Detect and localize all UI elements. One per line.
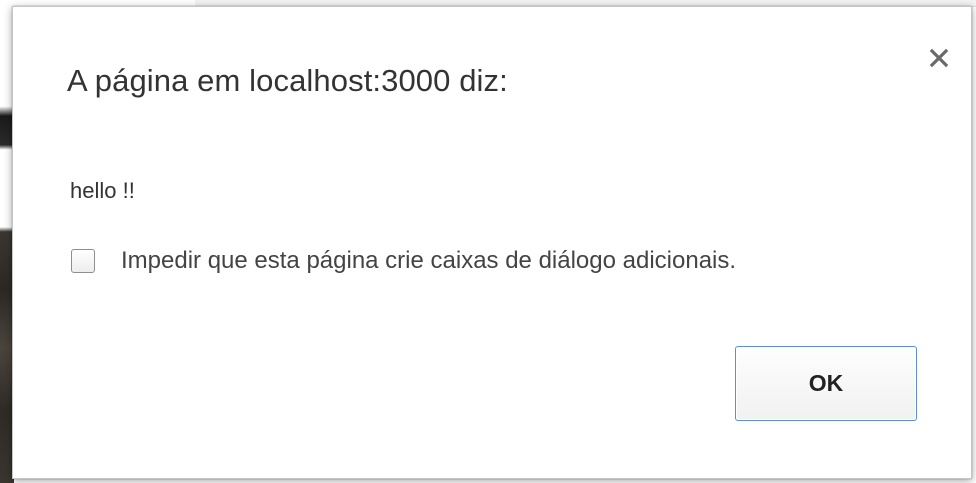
suppress-dialogs-label: Impedir que esta página crie caixas de d… [121, 247, 737, 274]
close-button[interactable] [924, 43, 954, 73]
alert-dialog: A página em localhost:3000 diz: hello !!… [12, 6, 972, 479]
close-icon [924, 43, 954, 73]
dialog-message: hello !! [70, 178, 135, 203]
suppress-dialogs-checkbox[interactable] [71, 249, 95, 273]
ok-button[interactable]: OK [735, 346, 917, 421]
suppress-dialogs-option[interactable]: Impedir que esta página crie caixas de d… [71, 245, 736, 277]
dialog-title: A página em localhost:3000 diz: [67, 63, 508, 98]
